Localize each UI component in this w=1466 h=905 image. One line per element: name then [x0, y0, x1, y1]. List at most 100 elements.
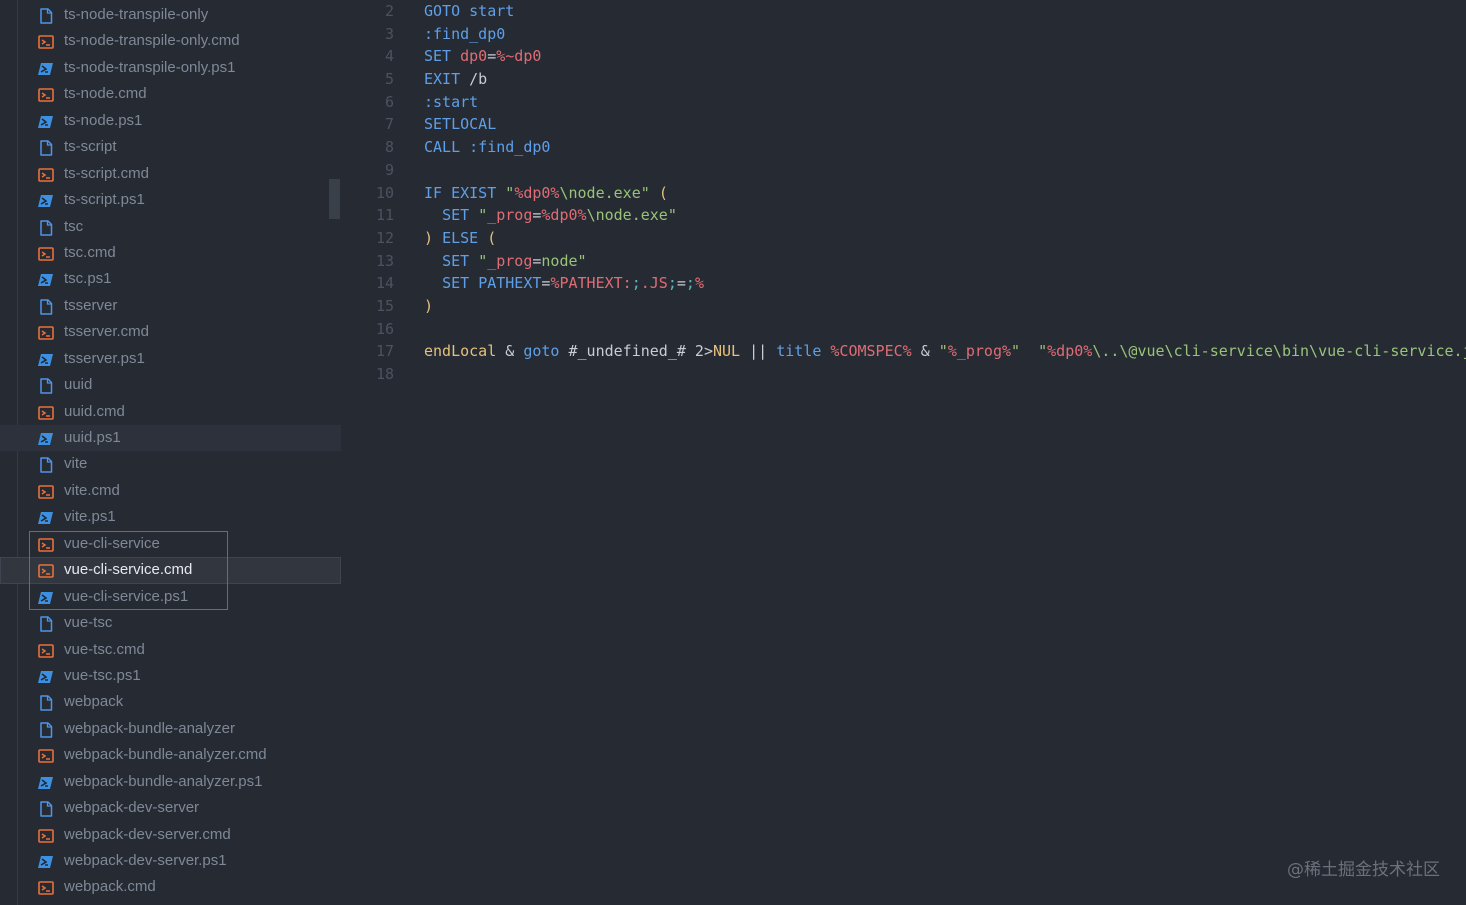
code-token: " [1038, 342, 1048, 361]
file-item-label: tsserver.cmd [64, 323, 150, 341]
file-item[interactable]: tsserver.cmd [0, 319, 341, 345]
code-token: " [478, 251, 488, 270]
file-item-label: webpack-bundle-analyzer.cmd [64, 746, 267, 764]
file-item[interactable]: ts-script [0, 134, 341, 160]
line-source: IF EXIST "%dp0%\node.exe" ( [424, 182, 668, 205]
file-item[interactable]: ts-node-transpile-only.ps1 [0, 55, 341, 81]
code-token: %dp0% [514, 183, 560, 202]
line-number: 4 [384, 47, 394, 66]
cmd-icon [38, 537, 54, 553]
file-item[interactable]: vite.ps1 [0, 504, 341, 530]
code-line[interactable]: 13 SET "_prog=node" [342, 250, 1466, 273]
file-item-label: vite [64, 455, 88, 473]
file-item-label: ts-node.ps1 [64, 111, 143, 129]
file-item[interactable]: tsc [0, 214, 341, 240]
code-line[interactable]: 17 endLocal & goto #_undefined_# 2>NUL ||… [342, 340, 1466, 363]
file-item[interactable]: vue-tsc.cmd [0, 637, 341, 663]
cmd-icon [38, 246, 54, 262]
code-line[interactable]: 12) ELSE ( [342, 227, 1466, 250]
file-item[interactable]: vue-cli-service [0, 531, 341, 557]
file-item[interactable]: tsc.cmd [0, 240, 341, 266]
cmd-icon [38, 484, 54, 500]
sidebar-scrollbar[interactable] [329, 179, 340, 219]
file-item-label: ts-script.cmd [64, 164, 150, 182]
file-item-label: tsc.ps1 [64, 270, 112, 288]
code-line[interactable]: 16 [342, 318, 1466, 341]
file-item[interactable]: webpack-dev-server.ps1 [0, 848, 341, 874]
file-item-label: ts-node-transpile-only [64, 6, 209, 23]
file-item-label: ts-script [64, 138, 117, 156]
code-line[interactable]: 6:start [342, 91, 1466, 114]
file-item-label: webpack-dev-server [64, 799, 200, 817]
code-token: SETLOCAL [424, 115, 497, 134]
cmd-icon [38, 325, 54, 341]
line-source: GOTO start [424, 0, 514, 23]
line-source: SET dp0=%~dp0 [424, 45, 541, 68]
file-item[interactable]: ts-node.ps1 [0, 108, 341, 134]
code-line[interactable]: 9 [342, 159, 1466, 182]
code-editor[interactable]: 2 GOTO start 3:find_dp0 4 SET dp0=%~dp0 5 EXIT… [342, 0, 1466, 905]
file-item[interactable]: ts-node-transpile-only.cmd [0, 28, 341, 54]
file-item[interactable]: webpack-dev-server [0, 795, 341, 821]
cmd-icon [38, 563, 54, 579]
line-number: 9 [384, 160, 394, 179]
file-item-label: vite.ps1 [64, 508, 116, 526]
file-item[interactable]: ts-script.cmd [0, 161, 341, 187]
powershell-icon [38, 61, 54, 77]
code-line[interactable]: 7 SETLOCAL [342, 113, 1466, 136]
file-item[interactable]: webpack.cmd [0, 874, 341, 900]
file-item[interactable]: ts-node-transpile-only [0, 2, 341, 28]
file-item[interactable]: webpack-dev-server.cmd [0, 822, 341, 848]
file-item[interactable]: uuid [0, 372, 341, 398]
code-token: " [505, 183, 515, 202]
code-line[interactable]: 18 [342, 363, 1466, 386]
file-item[interactable]: vite [0, 451, 341, 477]
file-item[interactable]: tsserver [0, 293, 341, 319]
code-line[interactable]: 14 SET PATHEXT=%PATHEXT:;.JS;=;% [342, 272, 1466, 295]
file-item[interactable]: tsserver.ps1 [0, 346, 341, 372]
code-line[interactable]: 10 IF EXIST "%dp0%\node.exe" ( [342, 182, 1466, 205]
powershell-icon [38, 669, 54, 685]
line-source: SET PATHEXT=%PATHEXT:;.JS;=;% [424, 272, 704, 295]
code-token: % [694, 274, 704, 293]
file-item-label: ts-script.ps1 [64, 191, 145, 209]
file-item[interactable]: webpack [0, 689, 341, 715]
code-line[interactable]: 11 SET "_prog=%dp0%\node.exe" [342, 204, 1466, 227]
file-item[interactable]: webpack-bundle-analyzer [0, 716, 341, 742]
code-line[interactable]: 2 GOTO start [342, 0, 1466, 23]
code-line[interactable]: 8 CALL :find_dp0 [342, 136, 1466, 159]
line-source: ) ELSE ( [424, 227, 496, 250]
powershell-icon [38, 193, 54, 209]
file-item[interactable]: uuid.ps1 [0, 425, 341, 452]
file-item[interactable]: webpack-bundle-analyzer.ps1 [0, 769, 341, 795]
code-token: SET [442, 251, 470, 270]
cmd-icon [38, 167, 54, 183]
line-number: 11 [375, 206, 394, 225]
code-token: _prog [487, 251, 533, 270]
file-item[interactable]: vue-tsc [0, 610, 341, 636]
file-item[interactable]: vue-cli-service.ps1 [0, 584, 341, 610]
file-item[interactable]: vue-cli-service.cmd [0, 557, 341, 584]
code-token: endLocal [424, 342, 497, 361]
line-source: :find_dp0 [424, 23, 505, 46]
code-line[interactable]: 4 SET dp0=%~dp0 [342, 45, 1466, 68]
line-source: EXIT /b [424, 68, 487, 91]
file-item[interactable]: vue-tsc.ps1 [0, 663, 341, 689]
file-item[interactable]: uuid.cmd [0, 399, 341, 425]
code-token: ) [424, 296, 434, 315]
file-item[interactable]: ts-script.ps1 [0, 187, 341, 213]
code-line[interactable]: 15) [342, 295, 1466, 318]
file-item-label: vue-cli-service [64, 534, 160, 552]
code-token: \node.exe" [559, 183, 650, 202]
file-item[interactable]: tsc.ps1 [0, 266, 341, 292]
file-icon [38, 616, 54, 632]
code-line[interactable]: 5 EXIT /b [342, 68, 1466, 91]
file-item[interactable]: webpack-bundle-analyzer.cmd [0, 742, 341, 768]
file-item[interactable]: vite.cmd [0, 478, 341, 504]
file-item[interactable]: ts-node.cmd [0, 81, 341, 107]
file-item-label: vue-tsc.cmd [64, 640, 145, 658]
code-line[interactable]: 3:find_dp0 [342, 23, 1466, 46]
